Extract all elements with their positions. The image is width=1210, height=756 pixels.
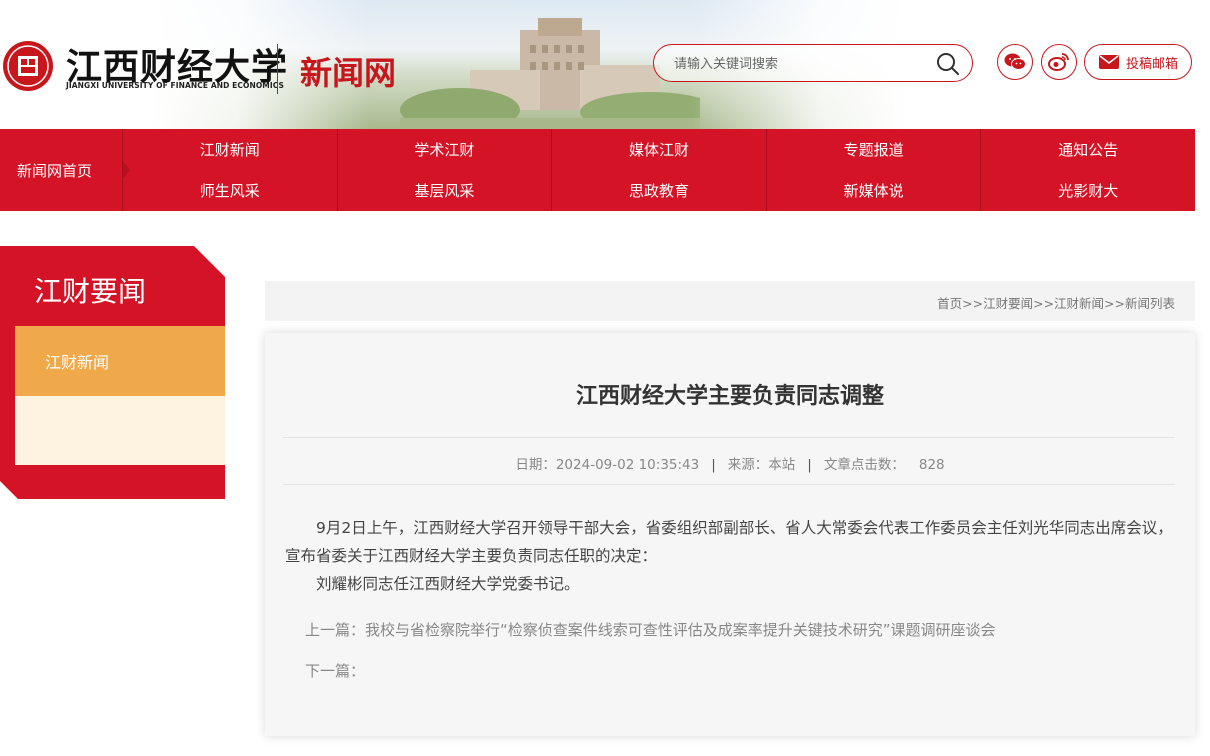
nav-item-faculty-students[interactable]: 师生风采: [122, 170, 337, 211]
breadcrumb-bar: 首页>>江财要闻>>江财新闻>>新闻列表: [265, 281, 1195, 321]
nav-item-academic[interactable]: 学术江财: [336, 129, 552, 170]
sidebar-item-jiangcai-news[interactable]: 江财新闻: [15, 326, 225, 396]
article-card: 江西财经大学主要负责同志调整 日期：2024-09-02 10:35:43 | 来源…: [265, 333, 1195, 736]
prev-label: 上一篇：: [305, 621, 366, 639]
submit-mailbox-label: 投稿邮箱: [1125, 56, 1178, 72]
mail-icon: [1098, 55, 1119, 69]
nav-home[interactable]: 新闻网首页: [0, 129, 122, 211]
sidebar-empty-area: [15, 396, 225, 465]
nav-item-jiangcai-news[interactable]: 江财新闻: [122, 129, 337, 170]
main-nav: 新闻网首页 江财新闻 学术江财 媒体江财 专题报道 通知公告 师生风采 基层风采…: [0, 129, 1195, 211]
nav-item-grassroots[interactable]: 基层风采: [336, 170, 552, 211]
nav-grid: 江财新闻 学术江财 媒体江财 专题报道 通知公告 师生风采 基层风采 思政教育 …: [122, 129, 1195, 211]
sidebar-title: 江财要闻: [34, 275, 147, 308]
sidebar: 江财要闻 江财新闻: [0, 246, 225, 499]
university-seal-logo: [3, 41, 53, 91]
wechat-button[interactable]: [997, 44, 1033, 80]
search-box: [653, 44, 973, 82]
meta-separator: |: [807, 457, 812, 473]
article-paragraph: 9月2日上午，江西财经大学召开领导干部大会，省委组织部副部长、省人大常委会代表工…: [285, 519, 1173, 565]
next-article: 下一篇：: [305, 660, 365, 681]
article-source: 本站: [768, 457, 796, 473]
article-meta: 日期：2024-09-02 10:35:43 | 来源：本站 | 文章点击数： 828: [265, 453, 1195, 473]
views-label: 文章点击数：: [823, 457, 905, 473]
weibo-button[interactable]: [1041, 44, 1077, 80]
prev-article-link[interactable]: 我校与省检察院举行“检察侦查案件线索可查性评估及成案率提升关键技术研究”课题调研…: [365, 621, 996, 639]
search-input[interactable]: [672, 53, 926, 75]
date-label: 日期：: [515, 457, 556, 473]
article-body: 9月2日上午，江西财经大学召开领导干部大会，省委组织部副部长、省人大常委会代表工…: [285, 514, 1177, 598]
divider: [283, 484, 1175, 485]
submit-mailbox-button[interactable]: 投稿邮箱: [1084, 44, 1192, 80]
nav-item-ideology[interactable]: 思政教育: [551, 170, 766, 211]
meta-separator: |: [711, 457, 716, 473]
site-header: 江西财经大学 JIANGXI UNIVERSITY OF FINANCE AND…: [0, 0, 1210, 129]
logo-divider: [277, 44, 278, 94]
wechat-icon: [1004, 53, 1026, 70]
university-name-en: JIANGXI UNIVERSITY OF FINANCE AND ECONOM…: [66, 81, 285, 90]
search-icon[interactable]: [936, 52, 960, 76]
site-name: 新闻网: [300, 54, 397, 92]
article-date: 2024-09-02 10:35:43: [555, 457, 700, 473]
divider: [283, 437, 1175, 438]
nav-item-new-media[interactable]: 新媒体说: [765, 170, 981, 211]
next-label: 下一篇：: [305, 662, 366, 680]
article-paragraph: 刘耀彬同志任江西财经大学党委书记。: [316, 575, 580, 593]
nav-item-photos[interactable]: 光影财大: [980, 170, 1195, 211]
nav-item-media[interactable]: 媒体江财: [551, 129, 766, 170]
nav-item-special-reports[interactable]: 专题报道: [765, 129, 981, 170]
weibo-icon: [1048, 53, 1069, 71]
prev-article: 上一篇：我校与省检察院举行“检察侦查案件线索可查性评估及成案率提升关键技术研究”…: [305, 619, 996, 640]
source-label: 来源：: [727, 457, 769, 473]
article-views: 828: [918, 457, 945, 473]
nav-item-notices[interactable]: 通知公告: [980, 129, 1195, 170]
article-title: 江西财经大学主要负责同志调整: [575, 384, 884, 409]
breadcrumb[interactable]: 首页>>江财要闻>>江财新闻>>新闻列表: [937, 293, 1175, 312]
